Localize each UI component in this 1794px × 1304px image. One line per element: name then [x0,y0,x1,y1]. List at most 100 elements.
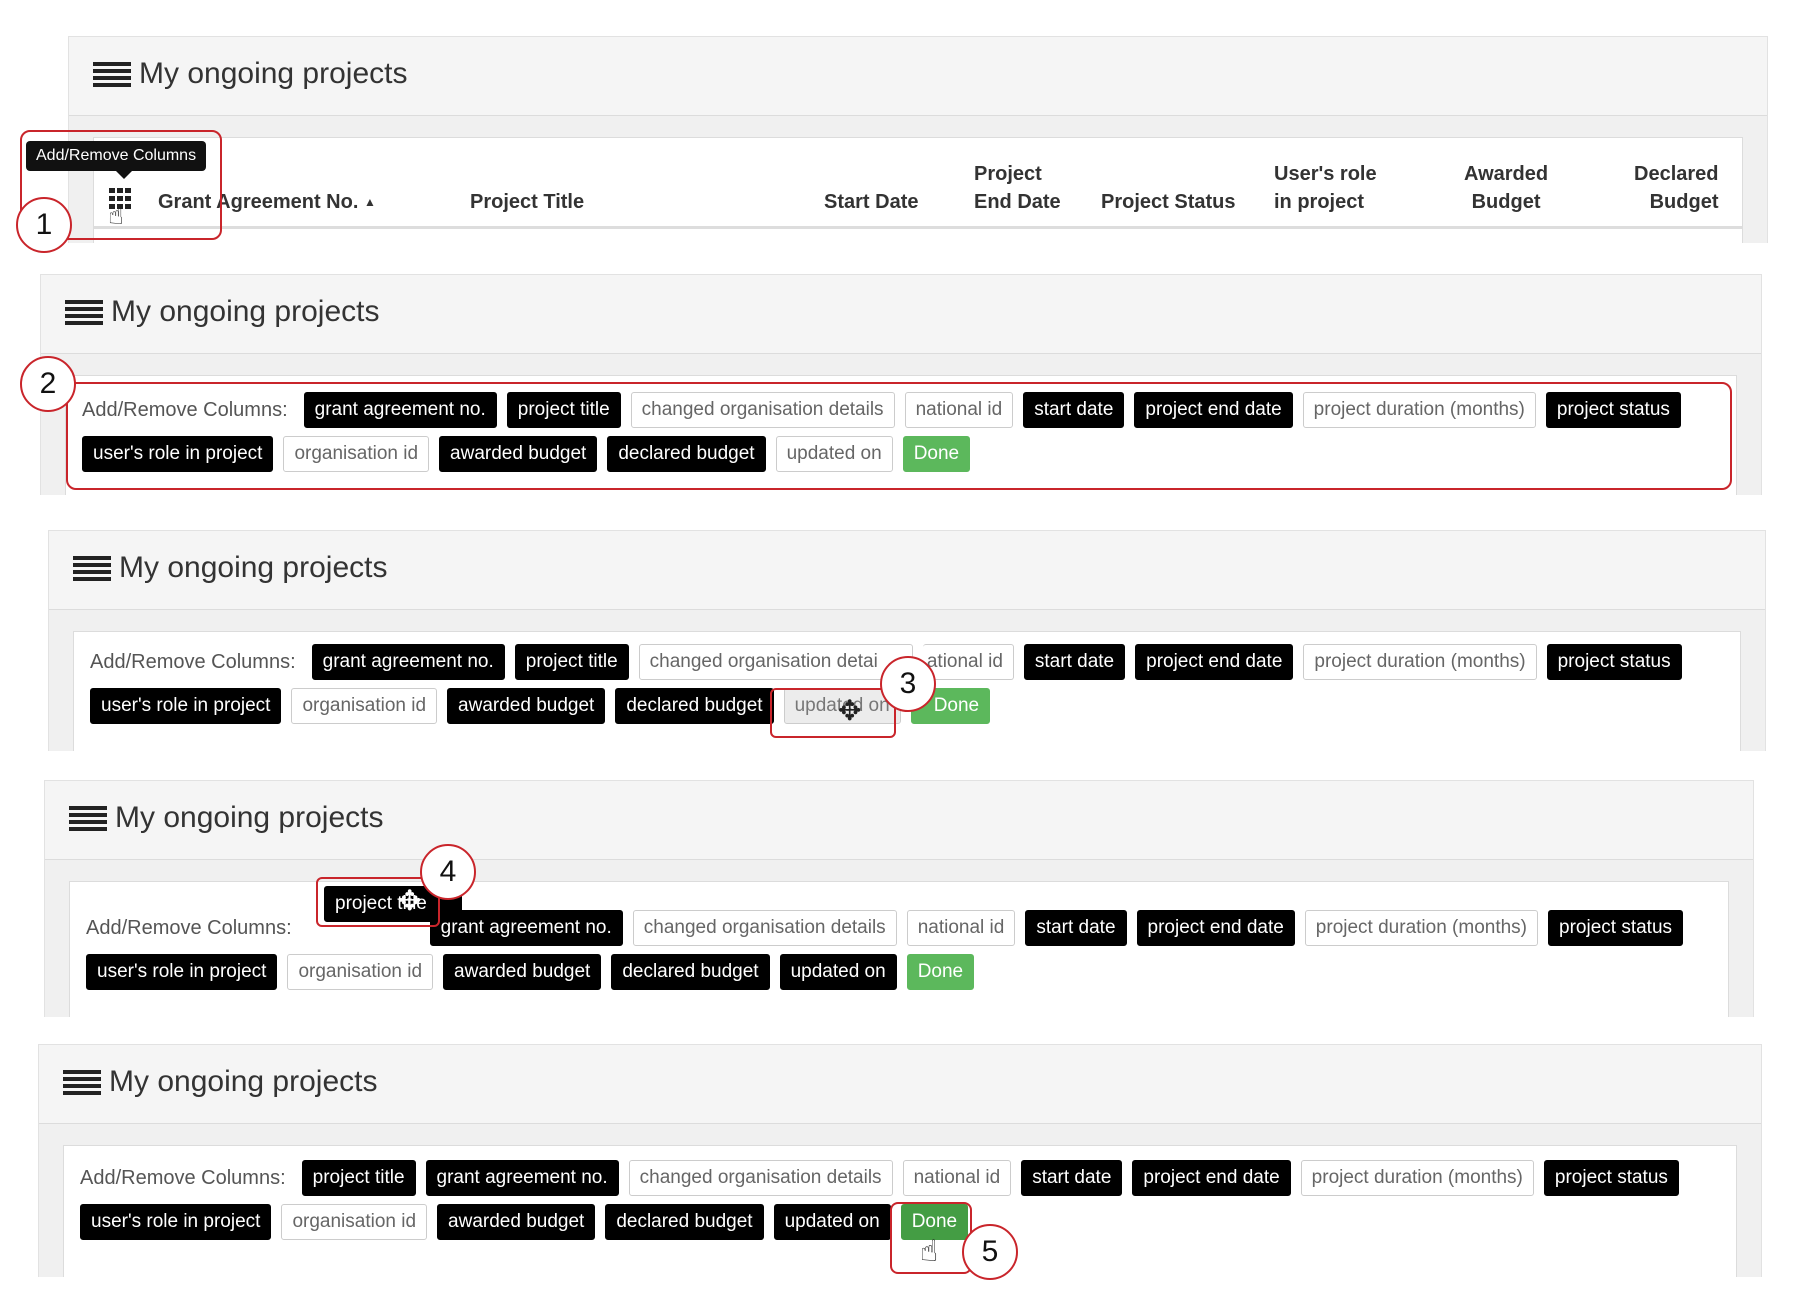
tag-national-id[interactable]: national id [902,1160,1012,1196]
panel-step-5: My ongoing projects Add/Remove Columns: … [38,1044,1762,1277]
tag-declared-budget[interactable]: declared budget [605,1204,764,1240]
panel-header: My ongoing projects [45,781,1753,860]
tooltip-add-remove-columns: Add/Remove Columns [26,141,207,179]
step-marker-1: 1 [16,197,72,253]
tag-start-date[interactable]: start date [1021,1160,1123,1196]
panel-header: My ongoing projects [69,37,1767,116]
tag-project-status[interactable]: project status [1545,392,1681,428]
columns-chooser: Add/Remove Columns: project title grant … [63,1145,1737,1277]
tag-national-id[interactable]: national id [906,910,1016,946]
tag-awarded-budget[interactable]: awarded budget [447,688,606,724]
cols-label: Add/Remove Columns: [90,650,296,673]
step-marker-3: 3 [880,656,936,712]
panel-header: My ongoing projects [49,531,1765,610]
panel-header: My ongoing projects [39,1045,1761,1124]
columns-row-1: Add/Remove Columns: grant agreement no. … [82,392,1720,428]
th-users-role[interactable]: User's role in project [1274,160,1377,216]
th-line: Budget [1649,191,1719,213]
tag-project-title[interactable]: project title [301,1160,416,1196]
tag-users-role[interactable]: user's role in project [90,688,282,724]
tag-project-status[interactable]: project status [1548,910,1684,946]
tag-project-status[interactable]: project status [1543,1160,1679,1196]
sort-asc-icon: ▲ [363,195,376,209]
tag-organisation-id[interactable]: organisation id [291,688,438,724]
th-awarded-budget[interactable]: Awarded Budget [1464,160,1548,216]
columns-chooser: Add/Remove Columns: grant agreement no. … [69,881,1729,1017]
panel-title-text: My ongoing projects [111,295,380,328]
tag-project-duration[interactable]: project duration (months) [1303,644,1537,680]
list-icon [65,298,103,326]
th-declared-budget[interactable]: Declared Budget [1634,160,1719,216]
th-line: Budget [1471,191,1541,213]
tag-project-end-date[interactable]: project end date [1134,392,1293,428]
tag-project-end-date[interactable]: project end date [1135,644,1294,680]
tag-project-end-date[interactable]: project end date [1136,910,1295,946]
tag-declared-budget[interactable]: declared budget [611,954,770,990]
tag-awarded-budget[interactable]: awarded budget [443,954,602,990]
panel-header: My ongoing projects [41,275,1761,354]
tag-project-status[interactable]: project status [1546,644,1682,680]
tag-declared-budget[interactable]: declared budget [615,688,774,724]
tag-organisation-id[interactable]: organisation id [287,954,434,990]
tag-changed-organisation-details[interactable]: changed organisation details [632,910,897,946]
list-icon [93,60,131,88]
tag-organisation-id[interactable]: organisation id [283,436,430,472]
tag-awarded-budget[interactable]: awarded budget [439,436,598,472]
done-button[interactable]: Done [906,954,975,990]
columns-row-2: user's role in project organisation id a… [80,1204,1720,1240]
tag-project-title[interactable]: project title [506,392,621,428]
th-project-status[interactable]: Project Status [1101,188,1235,216]
tag-users-role[interactable]: user's role in project [86,954,278,990]
tag-changed-organisation-details[interactable]: changed organisation details [630,392,895,428]
panel-title-text: My ongoing projects [109,1065,378,1098]
step-marker-4: 4 [420,844,476,900]
tag-organisation-id[interactable]: organisation id [281,1204,428,1240]
cols-label: Add/Remove Columns: [80,1166,286,1189]
tag-awarded-budget[interactable]: awarded budget [437,1204,596,1240]
tag-updated-on[interactable]: updated on [779,954,897,990]
tag-project-end-date[interactable]: project end date [1132,1160,1291,1196]
tag-project-title[interactable]: project title [514,644,629,680]
tag-national-id[interactable]: ational id [922,644,1014,680]
move-cursor-icon: ✥ [838,695,862,726]
list-icon [69,804,107,832]
th-line: in project [1274,191,1365,213]
tag-updated-on[interactable]: updated on [773,1204,891,1240]
tag-updated-on[interactable]: updated on [775,436,893,472]
tag-users-role[interactable]: user's role in project [80,1204,272,1240]
tag-national-id[interactable]: national id [904,392,1014,428]
tag-grant-agreement-no[interactable]: grant agreement no. [311,644,505,680]
panel-title: My ongoing projects [65,295,379,329]
tag-grant-agreement-no[interactable]: grant agreement no. [303,392,497,428]
panel-title-text: My ongoing projects [119,551,388,584]
tag-users-role[interactable]: user's role in project [82,436,274,472]
cols-label: Add/Remove Columns: [82,398,288,421]
th-grant-agreement-no[interactable]: Grant Agreement No. ▲ [158,188,376,216]
move-cursor-icon: ✥ [398,885,422,916]
tag-project-duration[interactable]: project duration (months) [1300,1160,1534,1196]
tag-changed-organisation-details[interactable]: changed organisation detai [638,644,913,680]
th-line: Awarded [1464,163,1549,185]
panel-step-1: My ongoing projects ☝ Grant Agreement No… [68,36,1768,243]
th-line: End Date [974,191,1061,213]
tag-start-date[interactable]: start date [1023,644,1126,680]
tag-project-duration[interactable]: project duration (months) [1302,392,1536,428]
th-start-date[interactable]: Start Date [824,188,918,216]
th-project-end-date[interactable]: Project End Date [974,160,1061,216]
panel-title-text: My ongoing projects [139,57,408,90]
tag-project-duration[interactable]: project duration (months) [1304,910,1539,946]
step-marker-5: 5 [962,1224,1018,1280]
panel-step-3: My ongoing projects Add/Remove Columns: … [48,530,1766,751]
panel-title: My ongoing projects [93,57,407,91]
tag-start-date[interactable]: start date [1025,910,1127,946]
table-header-divider [94,226,1742,229]
tag-changed-organisation-details[interactable]: changed organisation details [628,1160,893,1196]
columns-row-1: Add/Remove Columns: project title grant … [80,1160,1720,1196]
cols-label: Add/Remove Columns: [86,916,292,939]
done-button[interactable]: Done [902,436,971,472]
th-project-title[interactable]: Project Title [470,188,584,216]
tag-declared-budget[interactable]: declared budget [607,436,766,472]
tag-start-date[interactable]: start date [1023,392,1125,428]
tag-grant-agreement-no[interactable]: grant agreement no. [425,1160,619,1196]
panel-step-4: My ongoing projects Add/Remove Columns: … [44,780,1754,1017]
